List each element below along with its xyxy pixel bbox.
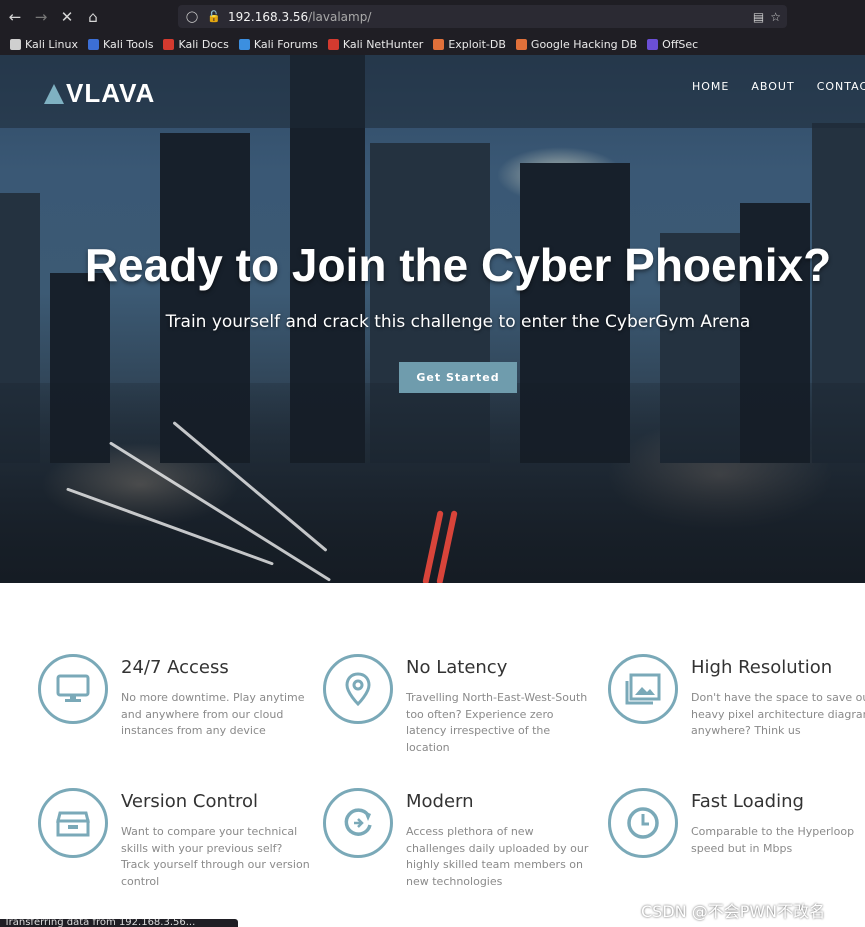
map-pin-icon — [323, 654, 393, 724]
bookmark-label: OffSec — [662, 37, 699, 51]
menu-home[interactable]: HOME — [692, 80, 729, 93]
feature-desc: Want to compare your technical skills wi… — [121, 825, 310, 888]
feature-title: No Latency — [406, 657, 508, 678]
lock-icon: 🔓 — [207, 10, 221, 23]
bookmarks-bar: Kali Linux Kali Tools Kali Docs Kali Forums… — [0, 34, 865, 54]
archive-icon — [38, 788, 108, 858]
bookmark-label: Kali Forums — [253, 37, 318, 51]
hero-title: Ready to Join the Cyber Phoenix? — [84, 239, 832, 291]
stop-icon[interactable]: ✕ — [56, 6, 78, 28]
bookmark-item[interactable]: Kali Docs — [163, 37, 229, 51]
feature-desc: Access plethora of new challenges daily … — [406, 825, 589, 888]
feature-version-control: Version Control Want to compare your tec… — [38, 788, 310, 888]
bookmark-star-icon[interactable]: ☆ — [770, 10, 781, 24]
clock-icon — [608, 788, 678, 858]
bookmark-label: Kali NetHunter — [342, 37, 424, 51]
logo-triangle-icon — [44, 83, 64, 104]
menu-contact[interactable]: CONTACT — [817, 80, 865, 93]
bookmark-item[interactable]: Kali Tools — [88, 38, 153, 51]
get-started-button[interactable]: Get Started — [399, 362, 517, 393]
address-bar[interactable]: ◯ 🔓 192.168.3.56/lavalamp/ ▤ ☆ — [178, 5, 787, 28]
hero-subtitle: Train yourself and crack this challenge … — [165, 312, 751, 332]
shield-icon: ◯ — [185, 10, 199, 23]
feature-title: Version Control — [121, 791, 258, 812]
feature-desc: Travelling North-East-West-South too oft… — [406, 691, 588, 754]
bookmark-item[interactable]: Kali Forums — [238, 37, 318, 51]
watermark: CSDN @不会PWN不改名 — [641, 902, 826, 921]
feature-title: Modern — [406, 791, 474, 812]
feature-title: 24/7 Access — [121, 657, 229, 678]
bookmark-label: Exploit-DB — [448, 37, 506, 51]
bookmark-favicon-icon — [433, 38, 445, 50]
bookmark-item[interactable]: Google Hacking DB — [515, 37, 638, 51]
feature-desc: No more downtime. Play anytime and anywh… — [121, 691, 305, 737]
logo-text: VLAVA — [66, 78, 156, 108]
feature-title: High Resolution — [691, 657, 833, 678]
bookmark-label: Google Hacking DB — [530, 37, 638, 51]
reader-view-icon[interactable]: ▤ — [753, 10, 764, 24]
bookmark-favicon-icon — [10, 38, 21, 50]
feature-title: Fast Loading — [691, 791, 804, 812]
site-menu: HOME ABOUT CONTACT — [692, 80, 865, 93]
bookmark-item[interactable]: Kali NetHunter — [327, 37, 424, 51]
feature-desc: Comparable to the Hyperloop speed but in… — [691, 825, 855, 855]
forward-icon[interactable]: → — [30, 6, 52, 28]
bookmark-label: Kali Docs — [178, 37, 229, 51]
bookmark-favicon-icon — [163, 38, 175, 50]
back-icon[interactable]: ← — [4, 6, 26, 28]
site-logo[interactable]: VLAVA — [44, 78, 155, 109]
bookmark-favicon-icon — [238, 38, 250, 50]
feature-fast-loading: Fast Loading Comparable to the Hyperloop… — [608, 788, 865, 888]
bookmark-item[interactable]: Kali Linux — [10, 38, 78, 51]
feature-resolution: High Resolution Don't have the space to … — [608, 654, 865, 754]
bookmark-item[interactable]: Exploit-DB — [433, 38, 506, 51]
image-icon — [608, 654, 678, 724]
bookmark-favicon-icon — [515, 38, 527, 50]
feature-modern: Modern Access plethora of new challenges… — [323, 788, 593, 888]
feature-desc: Don't have the space to save our heavy p… — [691, 691, 865, 737]
monitor-icon — [38, 654, 108, 724]
bookmark-label: Kali Linux — [25, 37, 79, 51]
bookmark-favicon-icon — [88, 38, 100, 50]
bookmark-label: Kali Tools — [103, 37, 154, 51]
feature-latency: No Latency Travelling North-East-West-So… — [323, 654, 593, 754]
browser-status-bar: Transferring data from 192.168.3.56... — [0, 919, 238, 927]
feature-access: 24/7 Access No more downtime. Play anyti… — [38, 654, 308, 754]
menu-about[interactable]: ABOUT — [751, 80, 794, 93]
bookmark-favicon-icon — [647, 38, 659, 50]
refresh-icon — [323, 788, 393, 858]
bookmark-item[interactable]: OffSec — [647, 38, 698, 51]
url-path: /lavalamp/ — [308, 9, 372, 24]
url-host: 192.168.3.56 — [228, 9, 309, 24]
bookmark-favicon-icon — [327, 38, 339, 50]
home-icon[interactable]: ⌂ — [82, 6, 104, 28]
